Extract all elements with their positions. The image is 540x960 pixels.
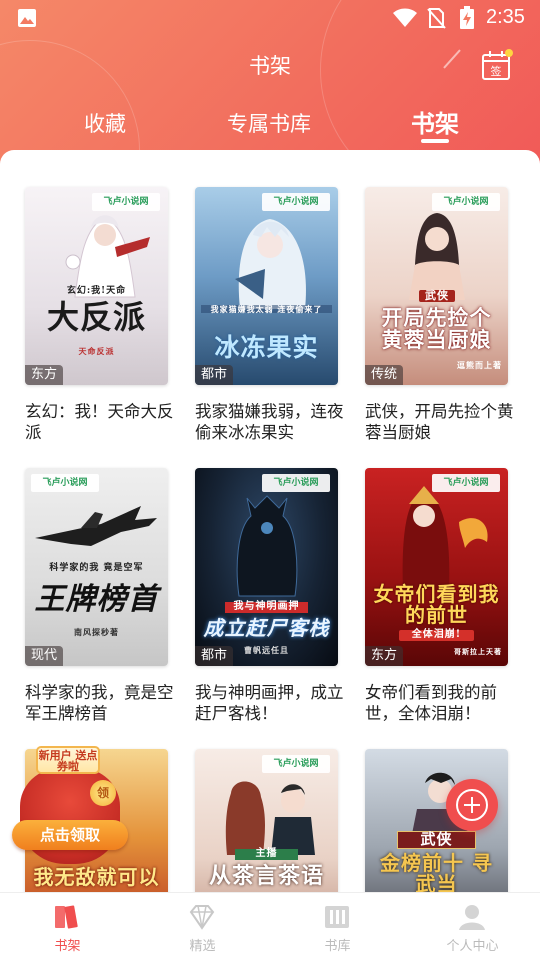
tab-exclusive-library[interactable]: 专属书库	[227, 108, 311, 138]
nav-label: 个人中心	[446, 939, 499, 954]
plus-icon	[471, 797, 473, 813]
cover-author: 天命反派	[78, 346, 115, 356]
cover-title: 女帝们看到我的前世	[373, 582, 500, 627]
cover-title: 成立赶尸客栈	[203, 616, 330, 640]
cover-title: 大反派	[46, 298, 146, 336]
nav-featured[interactable]: 精选	[135, 893, 270, 960]
fighter-jet-illustration	[35, 506, 157, 546]
publisher-logo: 飞卢小说网	[31, 474, 99, 492]
book-title[interactable]: 玄幻：我！天命大反派	[25, 401, 175, 443]
page-title: 书架	[249, 54, 291, 78]
character-illustration	[235, 219, 306, 309]
nav-library[interactable]: 书库	[270, 893, 405, 960]
publisher-logo: 飞卢小说网	[262, 755, 330, 773]
cover-title: 王牌榜首	[34, 582, 159, 617]
genre-tag: 东方	[365, 646, 404, 666]
battery-charging-icon	[460, 6, 474, 29]
nav-bookshelf[interactable]: 书架	[0, 893, 135, 960]
cover-title: 金榜前十 寻武当	[380, 851, 493, 893]
new-user-promo[interactable]: 新用户 送点券啦 领 点击领取	[4, 740, 134, 870]
book-cover[interactable]: 飞卢小说网 武侠 开局先捡个黄蓉当厨娘 逗熊而上著 传统	[365, 187, 508, 385]
book-cover[interactable]: 飞卢小说网 我与神明画押 成立赶尸客栈 曹帆远任且 都市	[195, 468, 338, 666]
book-cover[interactable]: 飞卢小说网 科学家的我 竟是空军 王牌榜首 南风探秒著 现代	[25, 468, 168, 666]
book-cover[interactable]: 飞卢小说网 我家猫嫌我太弱 连夜偷来了 冰冻果实 都市	[195, 187, 338, 385]
book-title[interactable]: 武侠，开局先捡个黄蓉当厨娘	[365, 401, 515, 443]
book-title[interactable]: 女帝们看到我的前世，全体泪崩！	[365, 682, 515, 724]
nav-label: 精选	[189, 939, 216, 954]
character-illustration	[402, 486, 488, 590]
cover-subtitle: 武侠	[419, 290, 455, 302]
cover-title: 冰冻果实	[214, 333, 319, 362]
book-cover[interactable]: 飞卢小说网 玄幻:我!天命 大反派 天命反派 东方	[25, 187, 168, 385]
book-cover[interactable]: 飞卢小说网 主播 从茶言茶语	[195, 749, 338, 892]
bookshelf-icon	[55, 905, 78, 929]
book-title[interactable]: 我与神明画押，成立赶尸客栈！	[195, 682, 345, 724]
cover-author: 南风探秒著	[74, 627, 119, 637]
cover-subtitle: 科学家的我 竟是空军	[49, 563, 144, 573]
tab-indicator	[421, 139, 449, 143]
image-icon	[18, 9, 36, 27]
clock: 2:35	[486, 6, 525, 28]
tab-bar: 收藏 专属书库 书架	[0, 104, 540, 144]
add-book-button[interactable]	[446, 779, 498, 831]
no-sim-icon	[427, 8, 446, 29]
cover-title: 开局先捡个黄蓉当厨娘	[381, 305, 492, 353]
character-illustration	[236, 495, 298, 597]
bookshelf-grid: 飞卢小说网 玄幻:我!天命 大反派 天命反派 东方 玄幻：我！天命大反派 飞卢小…	[0, 150, 540, 892]
book-cover[interactable]: 飞卢小说网 女帝们看到我的前世 全体泪崩! 哥斯拉上天著 东方	[365, 468, 508, 666]
book-title[interactable]: 科学家的我，竟是空军王牌榜首	[25, 682, 175, 724]
book-title[interactable]: 我家猫嫌我弱，连夜偷来冰冻果实	[195, 401, 345, 443]
cover-title: 我无敌就可以	[33, 865, 160, 889]
genre-tag: 传统	[365, 365, 404, 385]
app-header: 2:35 书架 签 收藏 专属书库 书架	[0, 0, 540, 168]
status-bar: 2:35	[0, 0, 540, 36]
nav-label: 书库	[324, 939, 351, 954]
claim-button[interactable]: 点击领取	[12, 820, 128, 850]
bottom-navigation: 书架 精选 书库 个人中心	[0, 892, 540, 960]
genre-tag: 都市	[195, 365, 234, 385]
wifi-icon	[393, 8, 417, 27]
cover-banner: 全体泪崩!	[399, 629, 474, 641]
cover-subtitle: 武侠	[397, 831, 476, 849]
nav-profile[interactable]: 个人中心	[405, 893, 540, 960]
coin-icon: 领	[90, 780, 116, 806]
cover-title: 从茶言茶语	[208, 863, 324, 889]
checkin-calendar-icon[interactable]: 签	[479, 48, 513, 82]
library-icon	[325, 906, 349, 928]
diamond-icon	[189, 905, 215, 930]
genre-tag: 现代	[25, 646, 64, 666]
genre-tag: 都市	[195, 646, 234, 666]
promo-ribbon: 新用户 送点券啦	[36, 746, 100, 774]
cover-subtitle: 玄幻:我!天命	[66, 286, 127, 296]
tab-bookshelf[interactable]: 书架	[411, 104, 459, 139]
checkin-label: 签	[491, 64, 502, 78]
nav-label: 书架	[54, 939, 81, 954]
genre-tag: 东方	[25, 365, 64, 385]
characters-illustration	[225, 781, 315, 855]
cover-subtitle: 我家猫嫌我太弱 连夜偷来了	[201, 305, 332, 313]
cover-subtitle: 主播	[235, 848, 298, 860]
tab-favorites[interactable]: 收藏	[84, 108, 126, 138]
cover-subtitle: 我与神明画押	[225, 601, 308, 613]
person-icon	[459, 905, 485, 930]
